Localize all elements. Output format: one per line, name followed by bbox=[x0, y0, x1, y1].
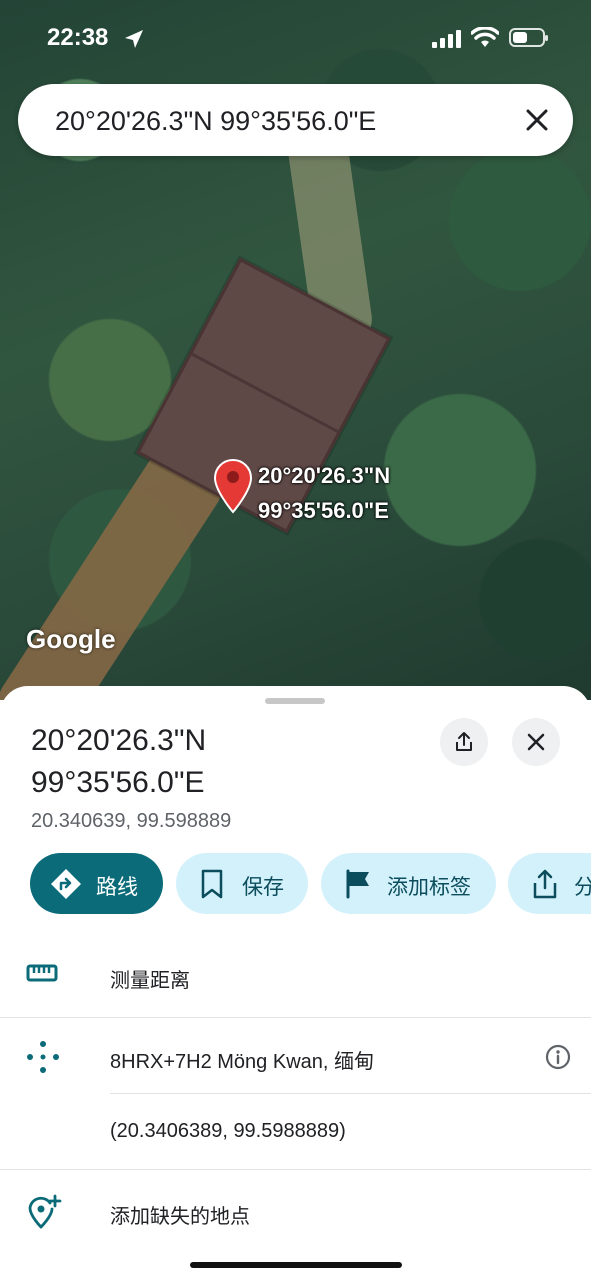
pin-label-lat: 20°20'26.3"N bbox=[258, 463, 391, 488]
directions-icon bbox=[51, 869, 81, 899]
place-title: 20°20'26.3"N 99°35'56.0"E bbox=[31, 720, 411, 804]
location-pin-icon[interactable] bbox=[213, 458, 253, 514]
google-attribution: Google bbox=[26, 624, 116, 654]
add-place-icon bbox=[28, 1194, 62, 1229]
plus-code-label: 8HRX+7H2 Möng Kwan, 缅甸 bbox=[110, 1051, 375, 1073]
place-title-lat: 20°20'26.3"N bbox=[31, 724, 207, 757]
place-title-lng: 99°35'56.0"E bbox=[31, 766, 205, 799]
pin-label-lng: 99°35'56.0"E bbox=[258, 498, 389, 523]
bookmark-icon bbox=[201, 869, 223, 899]
cellular-signal-icon bbox=[432, 30, 461, 48]
close-sheet-button[interactable] bbox=[512, 718, 560, 766]
location-arrow-icon bbox=[125, 30, 143, 48]
pin-label: 20°20'26.3"N 99°35'56.0"E bbox=[258, 458, 390, 528]
save-button[interactable]: 保存 bbox=[176, 853, 308, 914]
share-chip-button[interactable]: 分 bbox=[508, 853, 591, 914]
precise-coordinates-row[interactable]: (20.3406389, 99.5988889) bbox=[0, 1094, 591, 1169]
plus-code-row[interactable]: 8HRX+7H2 Möng Kwan, 缅甸 bbox=[0, 1018, 591, 1094]
flag-icon bbox=[346, 869, 369, 899]
search-bar[interactable]: 20°20'26.3"N 99°35'56.0"E bbox=[18, 84, 573, 156]
home-indicator[interactable] bbox=[190, 1262, 402, 1268]
decimal-coordinates: 20.340639, 99.598889 bbox=[31, 810, 232, 832]
close-icon[interactable] bbox=[523, 106, 551, 134]
info-icon[interactable] bbox=[545, 1044, 571, 1070]
measure-distance-label: 测量距离 bbox=[110, 970, 190, 992]
sheet-drag-handle[interactable] bbox=[265, 698, 325, 704]
share-chip-label: 分 bbox=[574, 876, 591, 899]
precise-coordinates-label: (20.3406389, 99.5988889) bbox=[110, 1120, 346, 1142]
status-time: 22:38 bbox=[47, 24, 109, 51]
add-label-button[interactable]: 添加标签 bbox=[321, 853, 496, 914]
wifi-icon bbox=[471, 27, 499, 47]
search-query[interactable]: 20°20'26.3"N 99°35'56.0"E bbox=[55, 106, 376, 137]
add-label-label: 添加标签 bbox=[387, 876, 471, 899]
directions-label: 路线 bbox=[96, 876, 138, 899]
save-label: 保存 bbox=[242, 876, 284, 899]
action-chips: 路线 保存 添加标签 分 bbox=[30, 853, 591, 915]
add-missing-place-row[interactable]: 添加缺失的地点 bbox=[0, 1170, 591, 1250]
share-button[interactable] bbox=[440, 718, 488, 766]
close-icon bbox=[527, 733, 545, 751]
share-icon bbox=[533, 869, 557, 899]
add-missing-place-label: 添加缺失的地点 bbox=[110, 1206, 250, 1228]
ruler-icon bbox=[26, 964, 58, 982]
place-sheet: 20°20'26.3"N 99°35'56.0"E 20.340639, 99.… bbox=[0, 686, 591, 1280]
directions-button[interactable]: 路线 bbox=[30, 853, 163, 914]
status-bar: 22:38 bbox=[0, 0, 591, 78]
share-icon bbox=[456, 732, 472, 751]
plus-code-icon bbox=[27, 1041, 59, 1073]
battery-icon bbox=[509, 28, 548, 47]
measure-distance-row[interactable]: 测量距离 bbox=[0, 936, 591, 1014]
